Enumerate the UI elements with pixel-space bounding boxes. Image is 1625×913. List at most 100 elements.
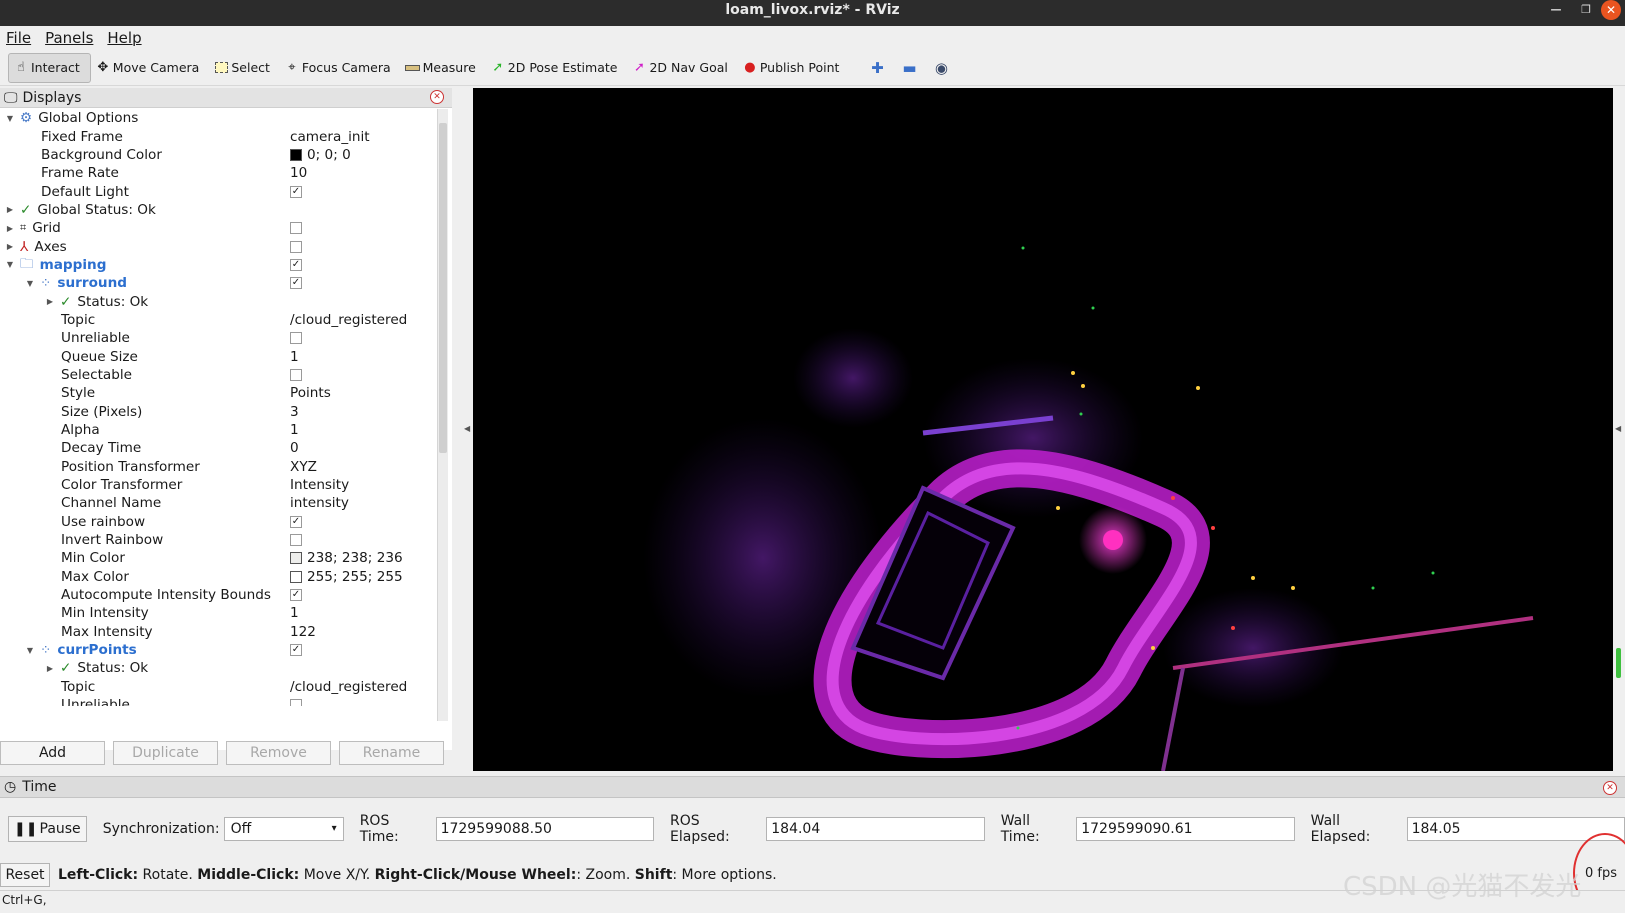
collapse-left-icon[interactable]: ◀ <box>464 424 470 433</box>
row-value[interactable]: 3 <box>290 404 299 420</box>
ros-time-field[interactable]: 1729599088.50 <box>435 817 654 841</box>
row-value[interactable]: 0 <box>290 440 299 456</box>
tree-row[interactable]: Topic/cloud_registered <box>0 678 440 696</box>
add-button[interactable]: Add <box>0 741 105 765</box>
tree-row[interactable]: Min Intensity 1 <box>0 604 440 622</box>
maximize-icon[interactable]: ❐ <box>1571 0 1601 20</box>
duplicate-button[interactable]: Duplicate <box>113 741 218 765</box>
tree-row[interactable]: Style Points <box>0 384 440 402</box>
row-value[interactable]: Points <box>290 385 331 401</box>
row-value[interactable]: 122 <box>290 624 316 640</box>
panel-splitter[interactable]: ◀ <box>452 88 473 771</box>
checkbox[interactable] <box>290 332 302 345</box>
right-collapse-strip[interactable]: ◀ <box>1613 88 1625 771</box>
tree-row[interactable]: ▼ ⁘ currPoints ✓ <box>0 641 440 659</box>
tree-row[interactable]: Decay Time 0 <box>0 439 440 457</box>
row-value[interactable]: 0; 0; 0 <box>290 147 351 163</box>
scrollbar-thumb[interactable] <box>439 123 447 453</box>
tree-row[interactable]: Channel Name intensity <box>0 494 440 512</box>
checkbox[interactable] <box>290 240 302 253</box>
menu-panels[interactable]: Panels <box>45 29 93 47</box>
checkbox-checked[interactable]: ✓ <box>290 589 302 602</box>
checkbox[interactable] <box>290 534 302 547</box>
sync-select[interactable]: Off <box>223 817 344 841</box>
tree-row[interactable]: ▼ ⚙ Global Options <box>0 109 440 127</box>
tree-row[interactable]: Background Color 0; 0; 0 <box>0 146 440 164</box>
pause-button[interactable]: ❚❚ Pause <box>8 816 87 842</box>
splitter-handle[interactable] <box>1616 648 1621 678</box>
row-value[interactable]: 1 <box>290 605 299 621</box>
tool-interact[interactable]: ☝ Interact <box>8 52 91 83</box>
tree-row[interactable]: Topic/cloud_registered <box>0 311 440 329</box>
tree-row[interactable]: ▶ ✓ Status: Ok <box>0 292 440 310</box>
eye-icon[interactable]: ◉ <box>925 59 957 77</box>
tree-row[interactable]: Default Light ✓ <box>0 182 440 200</box>
tree-row[interactable]: Invert Rainbow <box>0 531 440 549</box>
tree-row[interactable]: Frame Rate 10 <box>0 164 440 182</box>
row-value[interactable]: 1 <box>290 422 299 438</box>
tree-row[interactable]: Fixed Frame camera_init <box>0 127 440 145</box>
tool-move-camera[interactable]: ✥ Move Camera <box>91 53 210 83</box>
row-value[interactable]: /cloud_registered <box>290 312 407 328</box>
plus-icon[interactable]: ✚ <box>861 59 893 77</box>
tree-row[interactable]: Unreliable <box>0 696 440 706</box>
checkbox[interactable] <box>290 222 302 235</box>
expand-arrow-icon[interactable]: ▼ <box>4 114 16 123</box>
expand-arrow-icon[interactable]: ▶ <box>44 664 56 673</box>
tree-row[interactable]: Autocompute Intensity Bounds ✓ <box>0 586 440 604</box>
checkbox-checked[interactable]: ✓ <box>290 185 302 198</box>
tree-row[interactable]: ▼ 🗀 mapping ✓ <box>0 256 440 274</box>
tool-publish-point[interactable]: ● Publish Point <box>738 53 850 83</box>
tree-row[interactable]: Position Transformer XYZ <box>0 458 440 476</box>
checkbox-checked[interactable]: ✓ <box>290 258 302 271</box>
row-value[interactable]: 255; 255; 255 <box>290 569 403 585</box>
expand-arrow-icon[interactable]: ▼ <box>24 279 36 288</box>
tree-row[interactable]: ▶ ⌗ Grid <box>0 219 440 237</box>
tree-row[interactable]: Unreliable <box>0 329 440 347</box>
tree-row[interactable]: Size (Pixels) 3 <box>0 403 440 421</box>
tree-row[interactable]: Queue Size 1 <box>0 347 440 365</box>
rename-button[interactable]: Rename <box>339 741 444 765</box>
checkbox-checked[interactable]: ✓ <box>290 277 302 290</box>
row-value[interactable]: 1 <box>290 349 299 365</box>
row-value[interactable]: 10 <box>290 165 307 181</box>
tool-2d-pose-estimate[interactable]: ➚ 2D Pose Estimate <box>486 53 628 83</box>
row-value[interactable]: Intensity <box>290 477 349 493</box>
expand-arrow-icon[interactable]: ▼ <box>4 260 16 269</box>
tree-row[interactable]: Use rainbow ✓ <box>0 513 440 531</box>
tool-select[interactable]: Select <box>209 53 280 83</box>
checkbox[interactable] <box>290 368 302 381</box>
menu-help[interactable]: Help <box>107 29 141 47</box>
render-view[interactable] <box>473 88 1613 771</box>
collapse-right-icon[interactable]: ◀ <box>1615 424 1621 433</box>
tool-2d-nav-goal[interactable]: ➚ 2D Nav Goal <box>627 53 737 83</box>
expand-arrow-icon[interactable]: ▶ <box>44 297 56 306</box>
tree-row[interactable]: ▼ ⁘ surround ✓ <box>0 274 440 292</box>
wall-time-field[interactable]: 1729599090.61 <box>1076 817 1295 841</box>
tree-row[interactable]: Selectable <box>0 366 440 384</box>
checkbox[interactable] <box>290 699 302 706</box>
close-icon[interactable]: ✕ <box>1601 0 1621 20</box>
close-panel-icon[interactable]: ✕ <box>430 90 444 104</box>
tree-row[interactable]: Max Color 255; 255; 255 <box>0 568 440 586</box>
tree-row[interactable]: Color Transformer Intensity <box>0 476 440 494</box>
expand-arrow-icon[interactable]: ▶ <box>4 205 16 214</box>
tree-row[interactable]: Alpha 1 <box>0 421 440 439</box>
tool-focus-camera[interactable]: ⌖ Focus Camera <box>280 53 401 83</box>
tree-row[interactable]: Min Color 238; 238; 236 <box>0 549 440 567</box>
row-value[interactable]: /cloud_registered <box>290 679 407 695</box>
expand-arrow-icon[interactable]: ▼ <box>24 646 36 655</box>
remove-button[interactable]: Remove <box>226 741 331 765</box>
reset-button[interactable]: Reset <box>0 863 50 887</box>
row-value[interactable]: XYZ <box>290 459 317 475</box>
expand-arrow-icon[interactable]: ▶ <box>4 242 16 251</box>
row-value[interactable]: 238; 238; 236 <box>290 550 403 566</box>
tree-row[interactable]: ▶ ✓ Status: Ok <box>0 659 440 677</box>
tool-measure[interactable]: Measure <box>401 53 486 83</box>
tree-row[interactable]: Max Intensity 122 <box>0 623 440 641</box>
minus-icon[interactable]: ▬ <box>893 59 925 77</box>
ros-elapsed-field[interactable]: 184.04 <box>766 817 985 841</box>
checkbox-checked[interactable]: ✓ <box>290 515 302 528</box>
expand-arrow-icon[interactable]: ▶ <box>4 224 16 233</box>
minimize-icon[interactable]: — <box>1541 0 1571 20</box>
